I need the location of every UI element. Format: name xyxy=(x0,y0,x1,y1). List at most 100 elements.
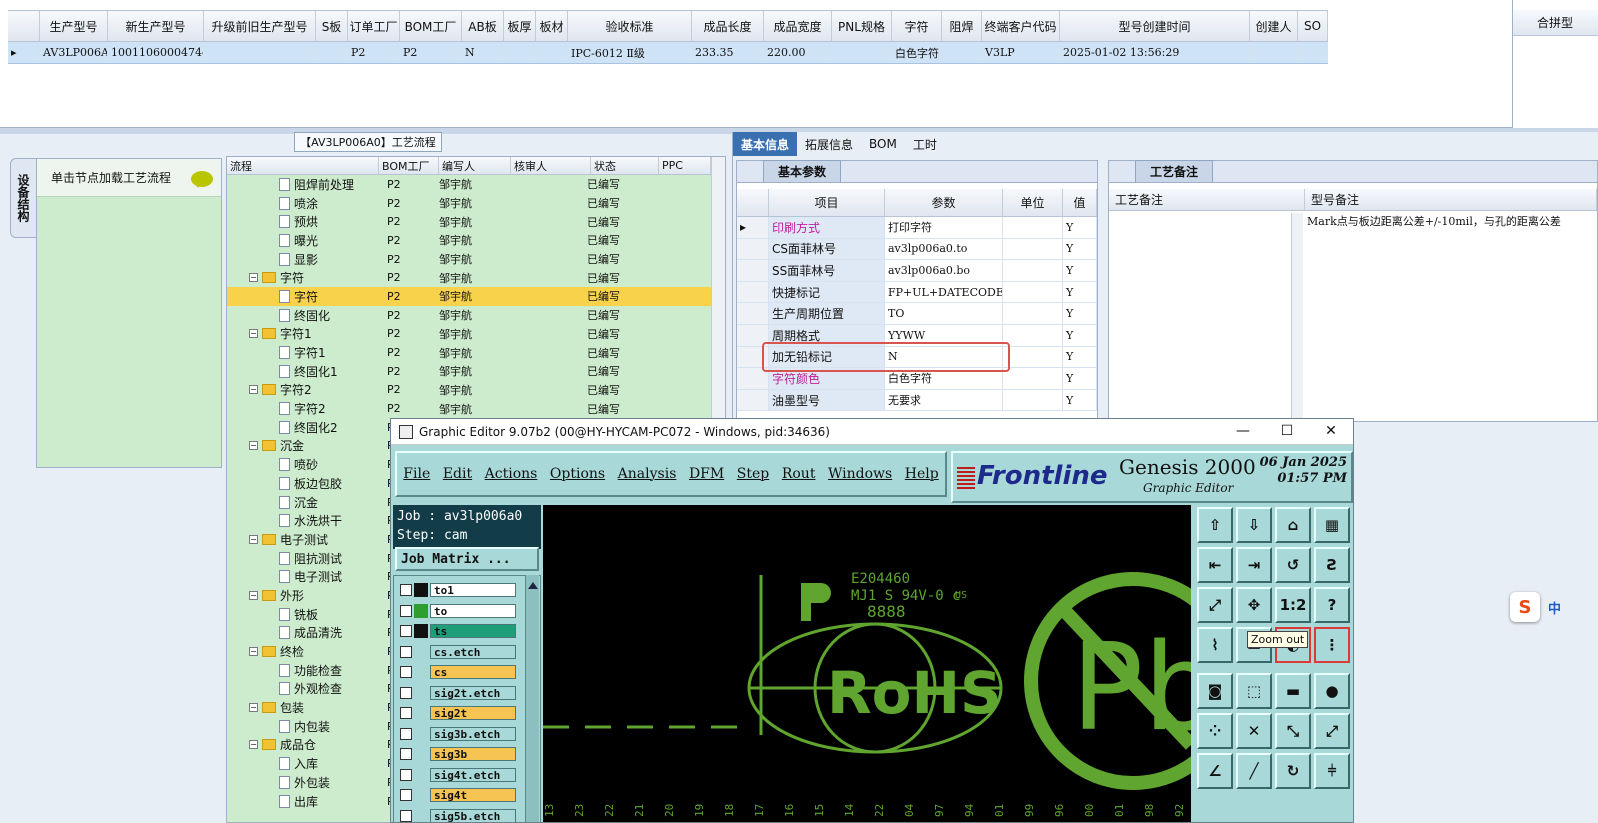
flow-node[interactable]: − 字符1 xyxy=(249,325,312,342)
grid-cell[interactable]: AV3LP006A0 xyxy=(40,42,108,63)
row-indicator[interactable] xyxy=(737,238,769,260)
grid-col-header[interactable]: 创建人 xyxy=(1250,11,1298,41)
flow-tree-row[interactable]: 曝光 P2 邹宇航 已编写 xyxy=(227,231,725,250)
delete-icon[interactable]: ✕ xyxy=(1236,713,1272,749)
ime-logo-icon[interactable]: S xyxy=(1510,592,1540,622)
layer-name[interactable]: to xyxy=(430,603,516,618)
param-flag[interactable]: Y xyxy=(1063,260,1097,281)
flow-tree-row[interactable]: 终固化1 P2 邹宇航 已编写 xyxy=(227,362,725,381)
params-col-header[interactable]: 单位 xyxy=(1003,189,1063,216)
grid-cell[interactable]: 10011060004744 xyxy=(108,42,204,63)
flow-node[interactable]: − 终检 xyxy=(249,643,304,660)
grid-col-header[interactable]: 型号创建时间 xyxy=(1060,11,1250,41)
param-value[interactable]: av3lp006a0.bo xyxy=(885,260,1003,281)
move-icon[interactable]: ✥ xyxy=(1236,587,1272,623)
grid-col-header[interactable]: SO xyxy=(1298,11,1328,41)
flow-node[interactable]: 终固化2 xyxy=(279,419,338,436)
grid-col-header[interactable]: 生产型号 xyxy=(40,11,108,41)
grid-icon[interactable]: ▦ xyxy=(1314,507,1350,543)
flow-col-header[interactable]: 状态 xyxy=(591,157,659,174)
layer-checkbox[interactable] xyxy=(400,789,412,801)
layer-row[interactable]: sig3b.etch xyxy=(398,726,516,742)
row-indicator[interactable] xyxy=(737,260,769,281)
menu-file[interactable]: File xyxy=(403,466,430,482)
tab-process-notes[interactable]: 工艺备注 xyxy=(1135,160,1214,182)
flow-col-header[interactable]: BOM工厂 xyxy=(379,157,439,174)
grid-cell[interactable]: IPC-6012 Ⅱ级 xyxy=(568,42,692,63)
param-flag[interactable]: Y xyxy=(1063,281,1097,303)
layer-row[interactable]: to xyxy=(398,603,516,619)
ime-mode[interactable]: 中 xyxy=(1548,598,1561,617)
flow-tree-row[interactable]: 字符2 P2 邹宇航 已编写 xyxy=(227,399,725,418)
tab-basic-params[interactable]: 基本参数 xyxy=(763,160,842,182)
menu-help[interactable]: Help xyxy=(905,466,939,482)
menu-actions[interactable]: Actions xyxy=(485,466,538,482)
flow-col-header[interactable]: 编写人 xyxy=(439,157,511,174)
net-icon[interactable]: ⁘ xyxy=(1197,713,1233,749)
layer-checkbox[interactable] xyxy=(400,809,412,822)
detail-tab[interactable]: 拓展信息 xyxy=(797,132,861,156)
grid-cell[interactable] xyxy=(1298,42,1328,63)
grid-cell[interactable] xyxy=(504,42,536,63)
param-flag[interactable]: Y xyxy=(1063,238,1097,260)
grid-col-header[interactable]: 升级前旧生产型号 xyxy=(204,11,316,41)
flow-node[interactable]: 内包装 xyxy=(279,718,330,735)
model-note-text[interactable]: Mark点与板边距离公差+/-10mil，与孔的距离公差 xyxy=(1305,213,1597,229)
flow-tree-row[interactable]: − 字符2 P2 邹宇航 已编写 xyxy=(227,381,725,400)
layer-name[interactable]: to1 xyxy=(430,583,516,597)
layer-name[interactable]: sig5b.etch xyxy=(430,808,516,822)
layer-checkbox[interactable] xyxy=(400,768,412,781)
layer-list-scrollbar[interactable] xyxy=(525,575,539,822)
route-icon[interactable]: ⤢ xyxy=(1314,713,1350,749)
detail-tab[interactable]: 工时 xyxy=(905,132,945,156)
param-value[interactable]: FP+UL+DATECODE xyxy=(885,281,1003,303)
minimize-icon[interactable]: — xyxy=(1223,423,1263,439)
zoom-fit-icon[interactable]: ⤢ xyxy=(1197,587,1233,623)
flow-node[interactable]: 喷涂 xyxy=(279,195,318,212)
grid-cell[interactable]: P2 xyxy=(348,42,400,63)
grid-cell[interactable] xyxy=(316,42,348,63)
flow-node[interactable]: 水洗烘干 xyxy=(279,512,342,529)
layer-name[interactable]: sig4t xyxy=(430,788,516,802)
flow-node[interactable]: − 字符 xyxy=(249,269,304,286)
flow-tree-row[interactable]: − 字符1 P2 邹宇航 已编写 xyxy=(227,325,725,344)
scale-icon[interactable]: 1:2 xyxy=(1275,587,1311,623)
layer-name[interactable]: cs.etch xyxy=(430,644,516,659)
layer-row[interactable]: ts xyxy=(398,623,516,639)
row-indicator[interactable] xyxy=(737,389,769,411)
expand-toggle-icon[interactable]: − xyxy=(249,329,258,339)
arc-icon[interactable]: ↻ xyxy=(1275,753,1311,789)
flow-node[interactable]: 终固化 xyxy=(279,307,330,324)
expand-toggle-icon[interactable]: − xyxy=(249,385,258,395)
flow-node[interactable]: 外包装 xyxy=(279,774,330,791)
param-value[interactable]: 无要求 xyxy=(885,389,1003,411)
grid-cell[interactable] xyxy=(536,42,568,63)
layer-row[interactable]: sig2t.etch xyxy=(398,685,516,701)
grid-cell[interactable]: 白色字符 xyxy=(892,42,942,63)
flow-col-header[interactable]: 核审人 xyxy=(511,157,591,174)
layer-name[interactable]: sig4t.etch xyxy=(430,767,516,782)
flow-node[interactable]: 终固化1 xyxy=(279,363,338,380)
expand-toggle-icon[interactable]: − xyxy=(249,703,258,713)
flow-node[interactable]: − 电子测试 xyxy=(249,531,328,548)
layer-checkbox[interactable] xyxy=(400,727,412,740)
pan-left-icon[interactable]: ⇤ xyxy=(1197,547,1233,583)
grid-cell[interactable] xyxy=(832,42,892,63)
layer-checkbox[interactable] xyxy=(400,686,412,699)
connect-icon[interactable]: ⤡ xyxy=(1275,713,1311,749)
params-col-header[interactable]: 参数 xyxy=(885,189,1003,216)
grid-cell[interactable] xyxy=(204,42,316,63)
graphic-canvas[interactable]: E204460 MJ1 S 94V-0 c US 8888 RoHS Pb 13… xyxy=(543,505,1191,822)
help-icon[interactable]: ? xyxy=(1314,587,1350,623)
flow-tree-row[interactable]: 阻焊前处理 P2 邹宇航 已编写 xyxy=(227,175,725,194)
row-indicator[interactable]: ▸ xyxy=(737,217,769,238)
menu-dfm[interactable]: DFM xyxy=(689,466,724,482)
grid-col-header[interactable]: 成品宽度 xyxy=(764,11,832,41)
home-icon[interactable]: ⌂ xyxy=(1275,507,1311,543)
layer-checkbox[interactable] xyxy=(400,666,412,678)
ruler-icon[interactable]: ▬ xyxy=(1275,673,1311,709)
expand-toggle-icon[interactable]: − xyxy=(249,441,258,451)
grid-col-header[interactable]: 成品长度 xyxy=(692,11,764,41)
detail-tab[interactable]: BOM xyxy=(861,132,905,156)
grid-col-header[interactable]: 板材 xyxy=(536,11,568,41)
